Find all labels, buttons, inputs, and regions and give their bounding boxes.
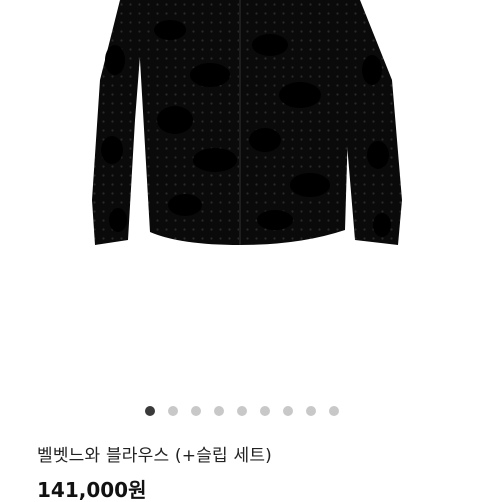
carousel-dot-3[interactable] <box>191 406 201 416</box>
product-image[interactable] <box>0 0 490 380</box>
image-carousel-indicators <box>0 404 490 418</box>
carousel-dot-9[interactable] <box>329 406 339 416</box>
carousel-dot-6[interactable] <box>260 406 270 416</box>
carousel-dot-7[interactable] <box>283 406 293 416</box>
carousel-dot-2[interactable] <box>168 406 178 416</box>
carousel-dot-8[interactable] <box>306 406 316 416</box>
product-title: 벨벳느와 블라우스 (+슬립 세트) <box>37 446 272 466</box>
carousel-dot-4[interactable] <box>214 406 224 416</box>
carousel-dot-5[interactable] <box>237 406 247 416</box>
product-price: 141,000원 <box>37 478 147 502</box>
carousel-dot-1[interactable] <box>145 406 155 416</box>
blouse-illustration <box>92 0 402 245</box>
